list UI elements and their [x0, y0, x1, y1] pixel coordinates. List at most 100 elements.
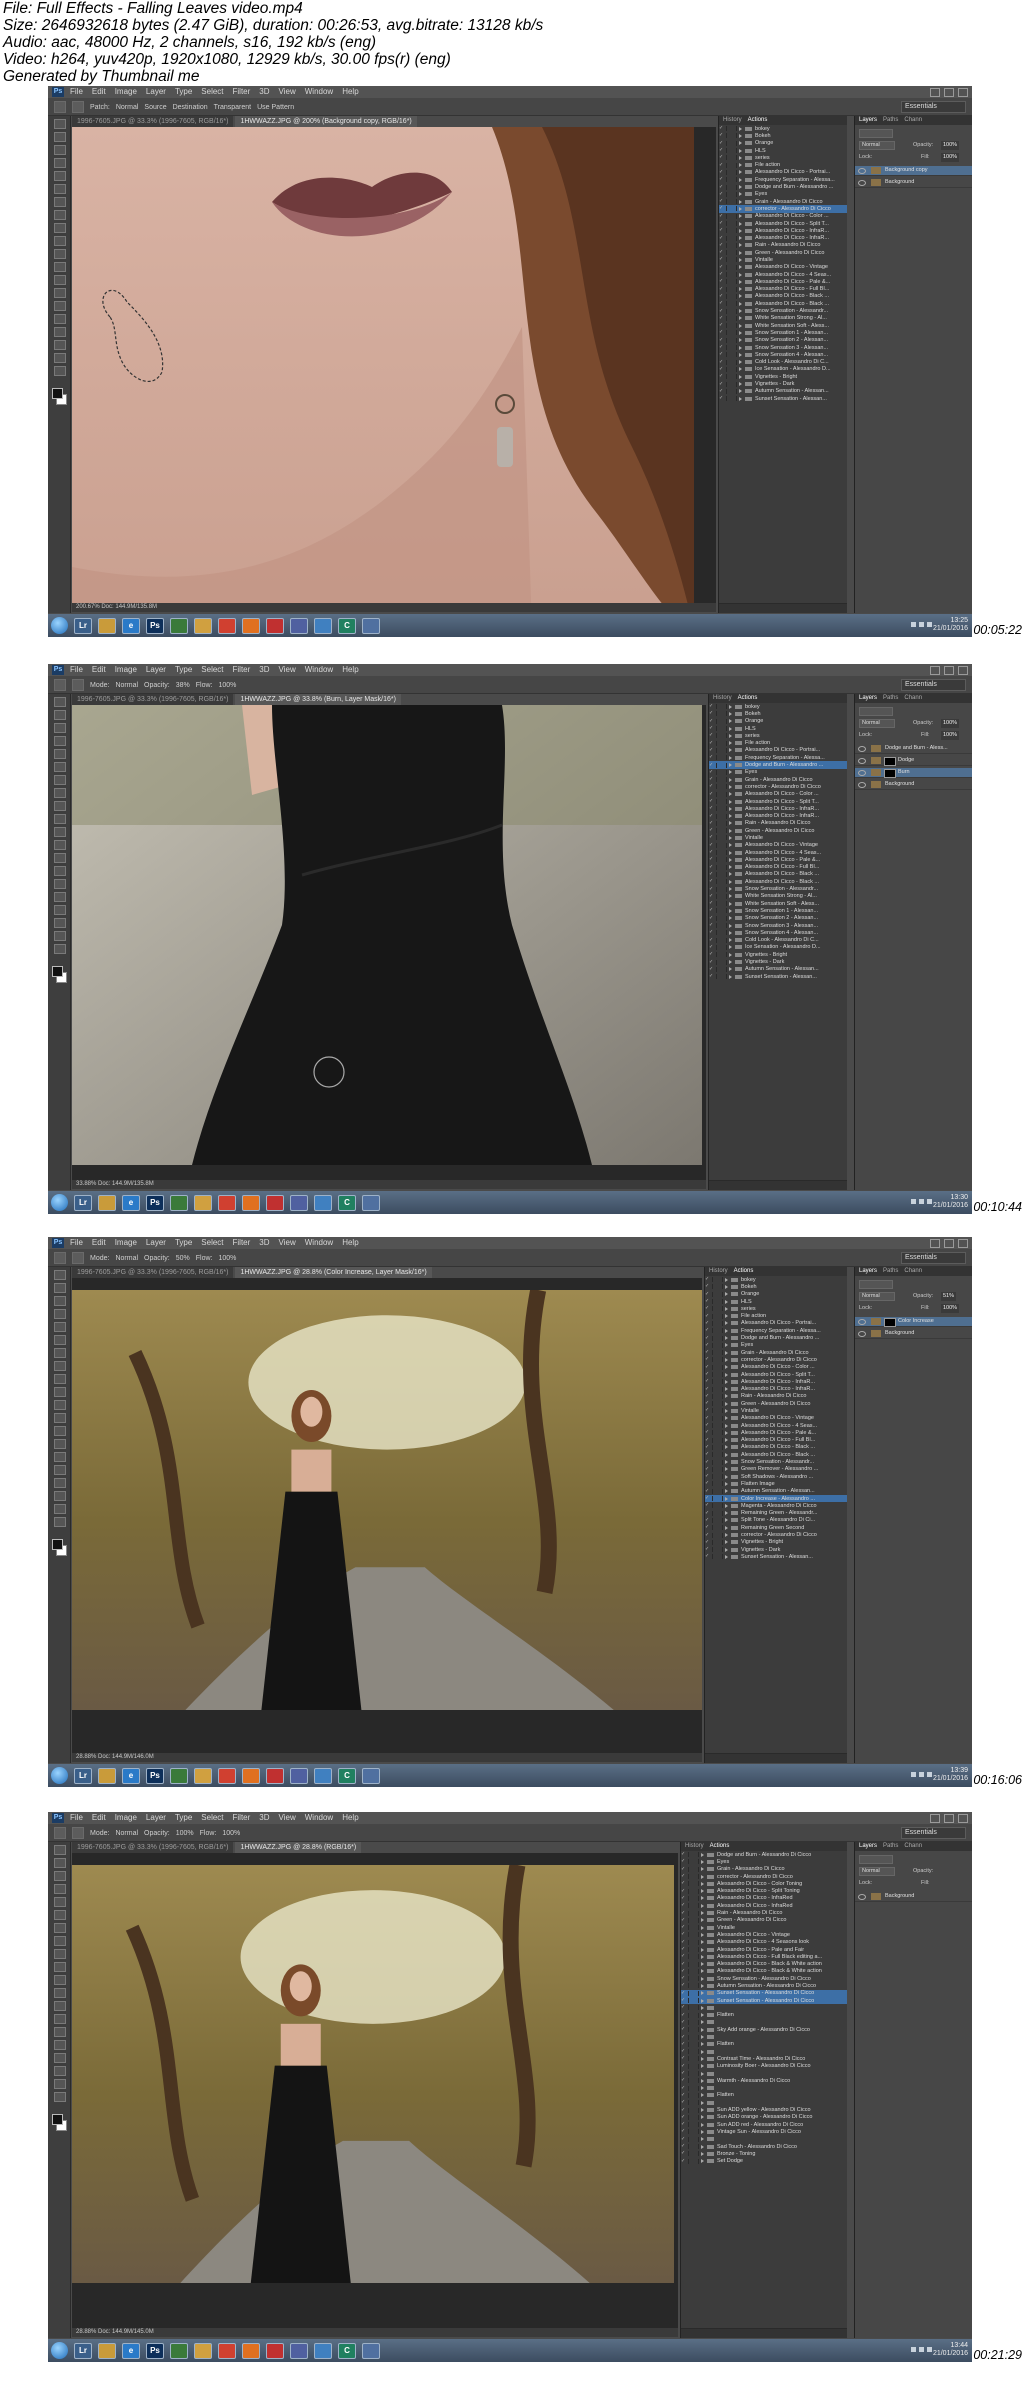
action-dialog-icon[interactable]: [715, 1306, 723, 1312]
action-dialog-icon[interactable]: [729, 199, 737, 205]
expand-triangle-icon[interactable]: [701, 2020, 704, 2025]
action-check-icon[interactable]: ✓: [705, 1496, 713, 1502]
action-dialog-icon[interactable]: [691, 1983, 699, 1989]
action-check-icon[interactable]: ✓: [719, 133, 727, 139]
action-dialog-icon[interactable]: [691, 2085, 699, 2091]
action-check-icon[interactable]: ✓: [709, 893, 717, 899]
opacity-value[interactable]: 51%: [941, 1292, 957, 1301]
action-check-icon[interactable]: ✓: [719, 272, 727, 278]
action-item[interactable]: ✓ Flatten: [681, 2092, 847, 2099]
expand-triangle-icon[interactable]: [701, 1954, 704, 1959]
action-item[interactable]: ✓ Alessandro Di Cicco - Vintage: [681, 1931, 847, 1938]
ie-icon[interactable]: e: [122, 2343, 140, 2359]
action-dialog-icon[interactable]: [719, 733, 727, 739]
expand-triangle-icon[interactable]: [739, 141, 742, 146]
action-dialog-icon[interactable]: [715, 1342, 723, 1348]
expand-triangle-icon[interactable]: [739, 126, 742, 131]
action-check-icon[interactable]: ✓: [709, 915, 717, 921]
action-item[interactable]: ✓ Alessandro Di Cicco - Color ...: [719, 213, 847, 220]
firefox-icon[interactable]: [242, 1768, 260, 1784]
action-check-icon[interactable]: ✓: [681, 2158, 689, 2164]
action-check-icon[interactable]: ✓: [681, 1881, 689, 1887]
action-check-icon[interactable]: ✓: [681, 1954, 689, 1960]
action-check-icon[interactable]: ✓: [709, 871, 717, 877]
folder-icon[interactable]: [98, 1768, 116, 1784]
action-check-icon[interactable]: ✓: [709, 908, 717, 914]
photoshop-icon[interactable]: Ps: [146, 1195, 164, 1211]
foreground-color-swatch[interactable]: [52, 1539, 63, 1550]
action-item[interactable]: ✓ Set Dodge: [681, 2157, 847, 2164]
expand-triangle-icon[interactable]: [701, 2108, 704, 2113]
action-dialog-icon[interactable]: [719, 711, 727, 717]
action-item[interactable]: ✓ bokey: [709, 703, 847, 710]
menu-file[interactable]: File: [70, 664, 83, 676]
action-item[interactable]: ✓ Alessandro Di Cicco - InfraRed: [681, 1902, 847, 1909]
action-dialog-icon[interactable]: [719, 952, 727, 958]
move-tool-icon[interactable]: [54, 1845, 66, 1855]
action-check-icon[interactable]: ✓: [681, 2034, 689, 2040]
action-check-icon[interactable]: ✓: [681, 1859, 689, 1865]
action-check-icon[interactable]: ✓: [705, 1277, 713, 1283]
expand-triangle-icon[interactable]: [739, 360, 742, 365]
action-item[interactable]: ✓ Alessandro Di Cicco - Black ...: [705, 1444, 847, 1451]
option-value[interactable]: Normal: [115, 1830, 138, 1837]
action-dialog-icon[interactable]: [729, 396, 737, 402]
action-dialog-icon[interactable]: [715, 1401, 723, 1407]
menu-edit[interactable]: Edit: [92, 1812, 106, 1824]
expand-triangle-icon[interactable]: [725, 1430, 728, 1435]
layer-mask-thumbnail[interactable]: [884, 1318, 896, 1327]
expand-triangle-icon[interactable]: [701, 1991, 704, 1996]
eyedropper-icon[interactable]: [54, 184, 66, 194]
expand-triangle-icon[interactable]: [739, 133, 742, 138]
expand-triangle-icon[interactable]: [729, 930, 732, 935]
expand-triangle-icon[interactable]: [739, 236, 742, 241]
expand-triangle-icon[interactable]: [701, 2100, 704, 2105]
tab-actions[interactable]: Actions: [734, 1267, 754, 1276]
action-item[interactable]: ✓ corrector - Alessandro Di Cicco: [719, 205, 847, 213]
action-item[interactable]: ✓ Alessandro Di Cicco - Vintage: [705, 1415, 847, 1422]
firefox-icon[interactable]: [242, 2343, 260, 2359]
expand-triangle-icon[interactable]: [739, 316, 742, 321]
shape-tool-icon[interactable]: [54, 2066, 66, 2076]
action-item[interactable]: ✓ Cold Look - Alessandro Di C...: [709, 937, 847, 944]
expand-triangle-icon[interactable]: [725, 1438, 728, 1443]
action-check-icon[interactable]: ✓: [705, 1510, 713, 1516]
action-item[interactable]: ✓ Alessandro Di Cicco - Vintage: [719, 264, 847, 271]
lightroom-icon[interactable]: Lr: [74, 1195, 92, 1211]
blur-tool-icon[interactable]: [54, 853, 66, 863]
flag-icon[interactable]: [927, 1199, 932, 1204]
chrome-icon[interactable]: [218, 2343, 236, 2359]
expand-triangle-icon[interactable]: [725, 1540, 728, 1545]
workspace-switcher[interactable]: Essentials: [901, 1827, 966, 1839]
expand-triangle-icon[interactable]: [729, 974, 732, 979]
action-check-icon[interactable]: ✓: [681, 2027, 689, 2033]
shape-tool-icon[interactable]: [54, 918, 66, 928]
expand-triangle-icon[interactable]: [701, 2056, 704, 2061]
action-check-icon[interactable]: ✓: [719, 352, 727, 358]
action-check-icon[interactable]: ✓: [709, 747, 717, 753]
workspace-switcher[interactable]: Essentials: [901, 1252, 966, 1264]
action-dialog-icon[interactable]: [729, 133, 737, 139]
expand-triangle-icon[interactable]: [701, 2071, 704, 2076]
action-item[interactable]: ✓ Flatten: [681, 2041, 847, 2048]
folder-icon[interactable]: [98, 618, 116, 634]
action-check-icon[interactable]: ✓: [719, 169, 727, 175]
option-value[interactable]: Opacity:: [144, 1830, 170, 1837]
action-item[interactable]: ✓ Snow Sensation 4 - Alessan...: [709, 929, 847, 936]
expand-triangle-icon[interactable]: [729, 843, 732, 848]
menu-layer[interactable]: Layer: [146, 1812, 166, 1824]
action-item[interactable]: ✓ Vignettes - Bright: [719, 373, 847, 380]
expand-triangle-icon[interactable]: [729, 770, 732, 775]
option-value[interactable]: Patch:: [90, 104, 110, 111]
action-item[interactable]: ✓ Grain - Alessandro Di Cicco: [709, 776, 847, 783]
app-icon[interactable]: [290, 1768, 308, 1784]
expand-triangle-icon[interactable]: [725, 1547, 728, 1552]
zoom-tool-icon[interactable]: [54, 1517, 66, 1527]
action-dialog-icon[interactable]: [729, 250, 737, 256]
expand-triangle-icon[interactable]: [701, 1932, 704, 1937]
expand-triangle-icon[interactable]: [729, 850, 732, 855]
menu-view[interactable]: View: [279, 1812, 296, 1824]
menu-file[interactable]: File: [70, 1237, 83, 1249]
action-dialog-icon[interactable]: [715, 1423, 723, 1429]
action-item[interactable]: ✓ Alessandro Di Cicco - Vintage: [709, 842, 847, 849]
